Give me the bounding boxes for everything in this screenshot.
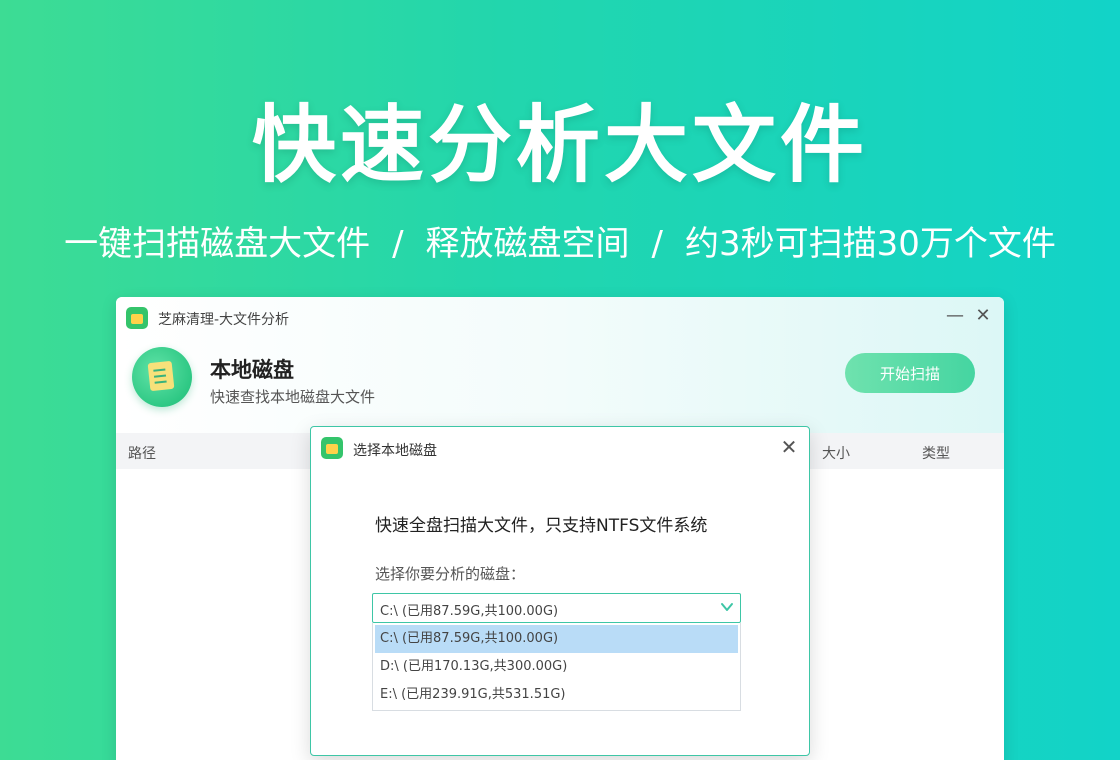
hero-subtitle: 一键扫描磁盘大文件 / 释放磁盘空间 / 约3秒可扫描30万个文件 (0, 216, 1120, 265)
column-size[interactable]: 大小 (822, 443, 850, 463)
disk-select[interactable]: C:\ (已用87.59G,共100.00G) (372, 593, 741, 623)
hero-subtitle-part-3: 约3秒可扫描30万个文件 (685, 224, 1056, 264)
app-logo-icon (321, 437, 343, 459)
disk-select-value: C:\ (已用87.59G,共100.00G) (380, 604, 559, 619)
close-button[interactable]: ✕ (970, 303, 996, 329)
disk-option-d[interactable]: D:\ (已用170.13G,共300.00G) (375, 653, 738, 681)
disk-option-c[interactable]: C:\ (已用87.59G,共100.00G) (375, 625, 738, 653)
header-subtitle: 快速查找本地磁盘大文件 (210, 388, 376, 406)
hero-subtitle-part-2: 释放磁盘空间 (425, 224, 630, 264)
disk-option-e[interactable]: E:\ (已用239.91G,共531.51G) (375, 681, 738, 709)
dialog-close-button[interactable]: ✕ (777, 435, 801, 459)
column-type[interactable]: 类型 (922, 443, 950, 463)
window-title: 芝麻清理-大文件分析 (158, 312, 290, 328)
app-logo-icon (126, 307, 148, 329)
hero-subtitle-part-1: 一键扫描磁盘大文件 (64, 224, 371, 264)
hero-subtitle-separator: / (651, 224, 664, 264)
disk-select-label: 选择你要分析的磁盘： (375, 565, 526, 583)
document-icon (132, 347, 192, 407)
column-path[interactable]: 路径 (128, 443, 156, 463)
app-header: 芝麻清理-大文件分析 — ✕ 本地磁盘 快速查找本地磁盘大文件 开始扫描 (116, 297, 1004, 433)
header-title: 本地磁盘 (210, 358, 294, 382)
hero-title: 快速分析大文件 (251, 96, 868, 194)
start-scan-button[interactable]: 开始扫描 (845, 353, 975, 393)
hero-subtitle-separator: / (392, 224, 404, 264)
dialog-title: 选择本地磁盘 (353, 443, 437, 459)
chevron-down-icon (721, 603, 733, 611)
minimize-button[interactable]: — (942, 303, 968, 329)
disk-dropdown-list: C:\ (已用87.59G,共100.00G) D:\ (已用170.13G,共… (372, 623, 741, 711)
dialog-heading: 快速全盘扫描大文件，只支持NTFS文件系统 (375, 516, 708, 536)
select-disk-dialog: 选择本地磁盘 ✕ 快速全盘扫描大文件，只支持NTFS文件系统 选择你要分析的磁盘… (310, 426, 810, 756)
